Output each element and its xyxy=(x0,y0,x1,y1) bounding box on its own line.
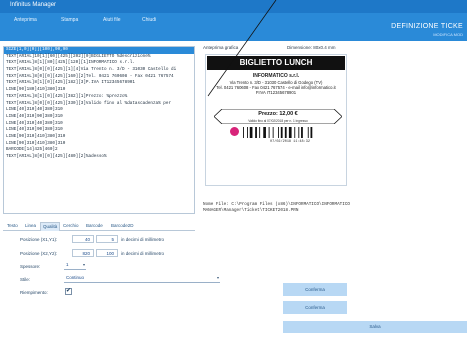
conferma-button-1[interactable]: Conferma xyxy=(283,283,347,296)
tab-barcode[interactable]: Barcode xyxy=(84,222,105,231)
conferma-button-2[interactable]: Conferma xyxy=(283,301,347,314)
code-line[interactable]: LINE[40]310]90]380]310 xyxy=(4,114,194,121)
menu-item-chiudi[interactable]: Chiudi xyxy=(142,17,156,23)
barcode-image xyxy=(243,127,313,138)
position1-x-input[interactable]: 40 xyxy=(72,235,94,243)
tab-qualita[interactable]: Qualità xyxy=(40,222,61,231)
stile-value: Continuo xyxy=(66,275,85,280)
stile-select[interactable]: Continuo ▾ xyxy=(64,275,220,283)
position2-x-input[interactable]: 820 xyxy=(72,249,94,257)
code-line[interactable]: LINE[90]310]410]380]310 xyxy=(4,141,194,148)
tab-barcode2d[interactable]: Barcode2D xyxy=(109,222,136,231)
code-line[interactable]: TEXT[ARIAL]8[0][0][425][330][3]Valido fi… xyxy=(4,101,194,108)
header-subtitle: MODIFICA MOD xyxy=(433,32,463,37)
riempimento-label: Riempimento: xyxy=(20,290,48,295)
position2-y-input[interactable]: 100 xyxy=(96,249,118,257)
ticket-price: Prezzo: 12,00 € xyxy=(258,111,298,117)
code-line[interactable]: TEXT[ARIAL]8[0][0][425][1][4]Via Trento … xyxy=(4,67,194,74)
spessore-value: 1 xyxy=(66,262,69,267)
header-title: DEFINIZIONE TICKE xyxy=(391,23,463,30)
code-line[interactable]: LINE[40]310]90]380]310 xyxy=(4,127,194,134)
spessore-label: Spessore: xyxy=(20,264,41,269)
window-title: Infinitus Manager xyxy=(10,2,57,8)
code-line[interactable]: LINE[90]180]410]380]310 xyxy=(4,87,194,94)
position2-unit: in decimi di millimetro xyxy=(121,251,165,256)
code-line[interactable]: LINE[40]310]40]380]310 xyxy=(4,107,194,114)
spessore-select[interactable]: 1 ▾ xyxy=(64,262,86,270)
menu-item-stampa[interactable]: Stampa xyxy=(61,17,78,23)
element-tabs: Testo Linea Qualità Cerchio Barcode Barc… xyxy=(3,220,195,231)
code-editor[interactable]: SIZE[1,0][0]][100],90,90 TEXT[ARIAL]10[1… xyxy=(3,46,195,214)
position1-y-input[interactable]: 5 xyxy=(96,235,118,243)
ticket-validity: Valido fino al 07/02/2018 per n. 1 ingre… xyxy=(248,119,308,123)
tab-cerchio[interactable]: Cerchio xyxy=(61,222,81,231)
code-line[interactable]: LINE[40]310]40]380]310 xyxy=(4,121,194,128)
code-line[interactable]: SIZE[1,0][0]][100],90,90 xyxy=(4,47,194,54)
menu-item-aiuti[interactable]: Aiuti file xyxy=(103,17,121,23)
position1-label: Posizione (X1,Y1): xyxy=(20,237,58,242)
pointer-line xyxy=(207,0,277,97)
code-line[interactable]: TEXT[ARIAL]8[0][0][425][160][2]Tel. 0421… xyxy=(4,74,194,81)
riempimento-checkbox[interactable]: ✔ xyxy=(65,288,72,295)
chevron-down-icon: ▾ xyxy=(82,262,85,267)
code-line[interactable]: BARCODE[14]425]460]2 xyxy=(4,147,194,154)
tab-testo[interactable]: Testo xyxy=(5,222,20,231)
code-line[interactable]: LINE[90]310]410]380]310 xyxy=(4,134,194,141)
dimension-label: Dimensione: 80x0.4 mm xyxy=(287,45,336,50)
position2-label: Posizione (X2,Y2): xyxy=(20,251,58,256)
salva-button[interactable]: Salva xyxy=(283,321,467,333)
barcode-number: 07/02/2018 11:48:32 xyxy=(270,140,310,144)
code-line[interactable]: TEXT[ARIAL]10[1][60][425][202][0]BIGLIET… xyxy=(4,54,194,61)
stile-label: Stile: xyxy=(20,277,31,282)
code-line[interactable]: TEXT[ARIAL]8[1][80][425][120][1]INFORMAT… xyxy=(4,60,194,67)
chevron-down-icon: ▾ xyxy=(216,275,219,280)
code-line[interactable]: TEXT[ARIAL]8[1][0][425][182][3]P.IVA IT1… xyxy=(4,80,194,87)
bullet-icon xyxy=(230,127,239,136)
header-right: DEFINIZIONE TICKE MODIFICA MOD xyxy=(389,13,467,41)
file-path: Nome File: C:\Program Files (x86)\INFORM… xyxy=(203,202,350,214)
code-line[interactable]: TEXT[ARIAL]8[1][0][425][382][1]Prezzo: %… xyxy=(4,94,194,101)
code-line[interactable]: TEXT[ARIAL]8[0][0][425][480][2]%adesso% xyxy=(4,154,194,161)
file-path-line-2: MANAGER\Manager\Ticket\TICKET2018.PRN xyxy=(203,208,299,213)
menu-item-anteprima[interactable]: Anteprima xyxy=(14,17,37,23)
position1-unit: in decimi di millimetro xyxy=(121,237,165,242)
tab-linea[interactable]: Linea xyxy=(23,222,38,231)
